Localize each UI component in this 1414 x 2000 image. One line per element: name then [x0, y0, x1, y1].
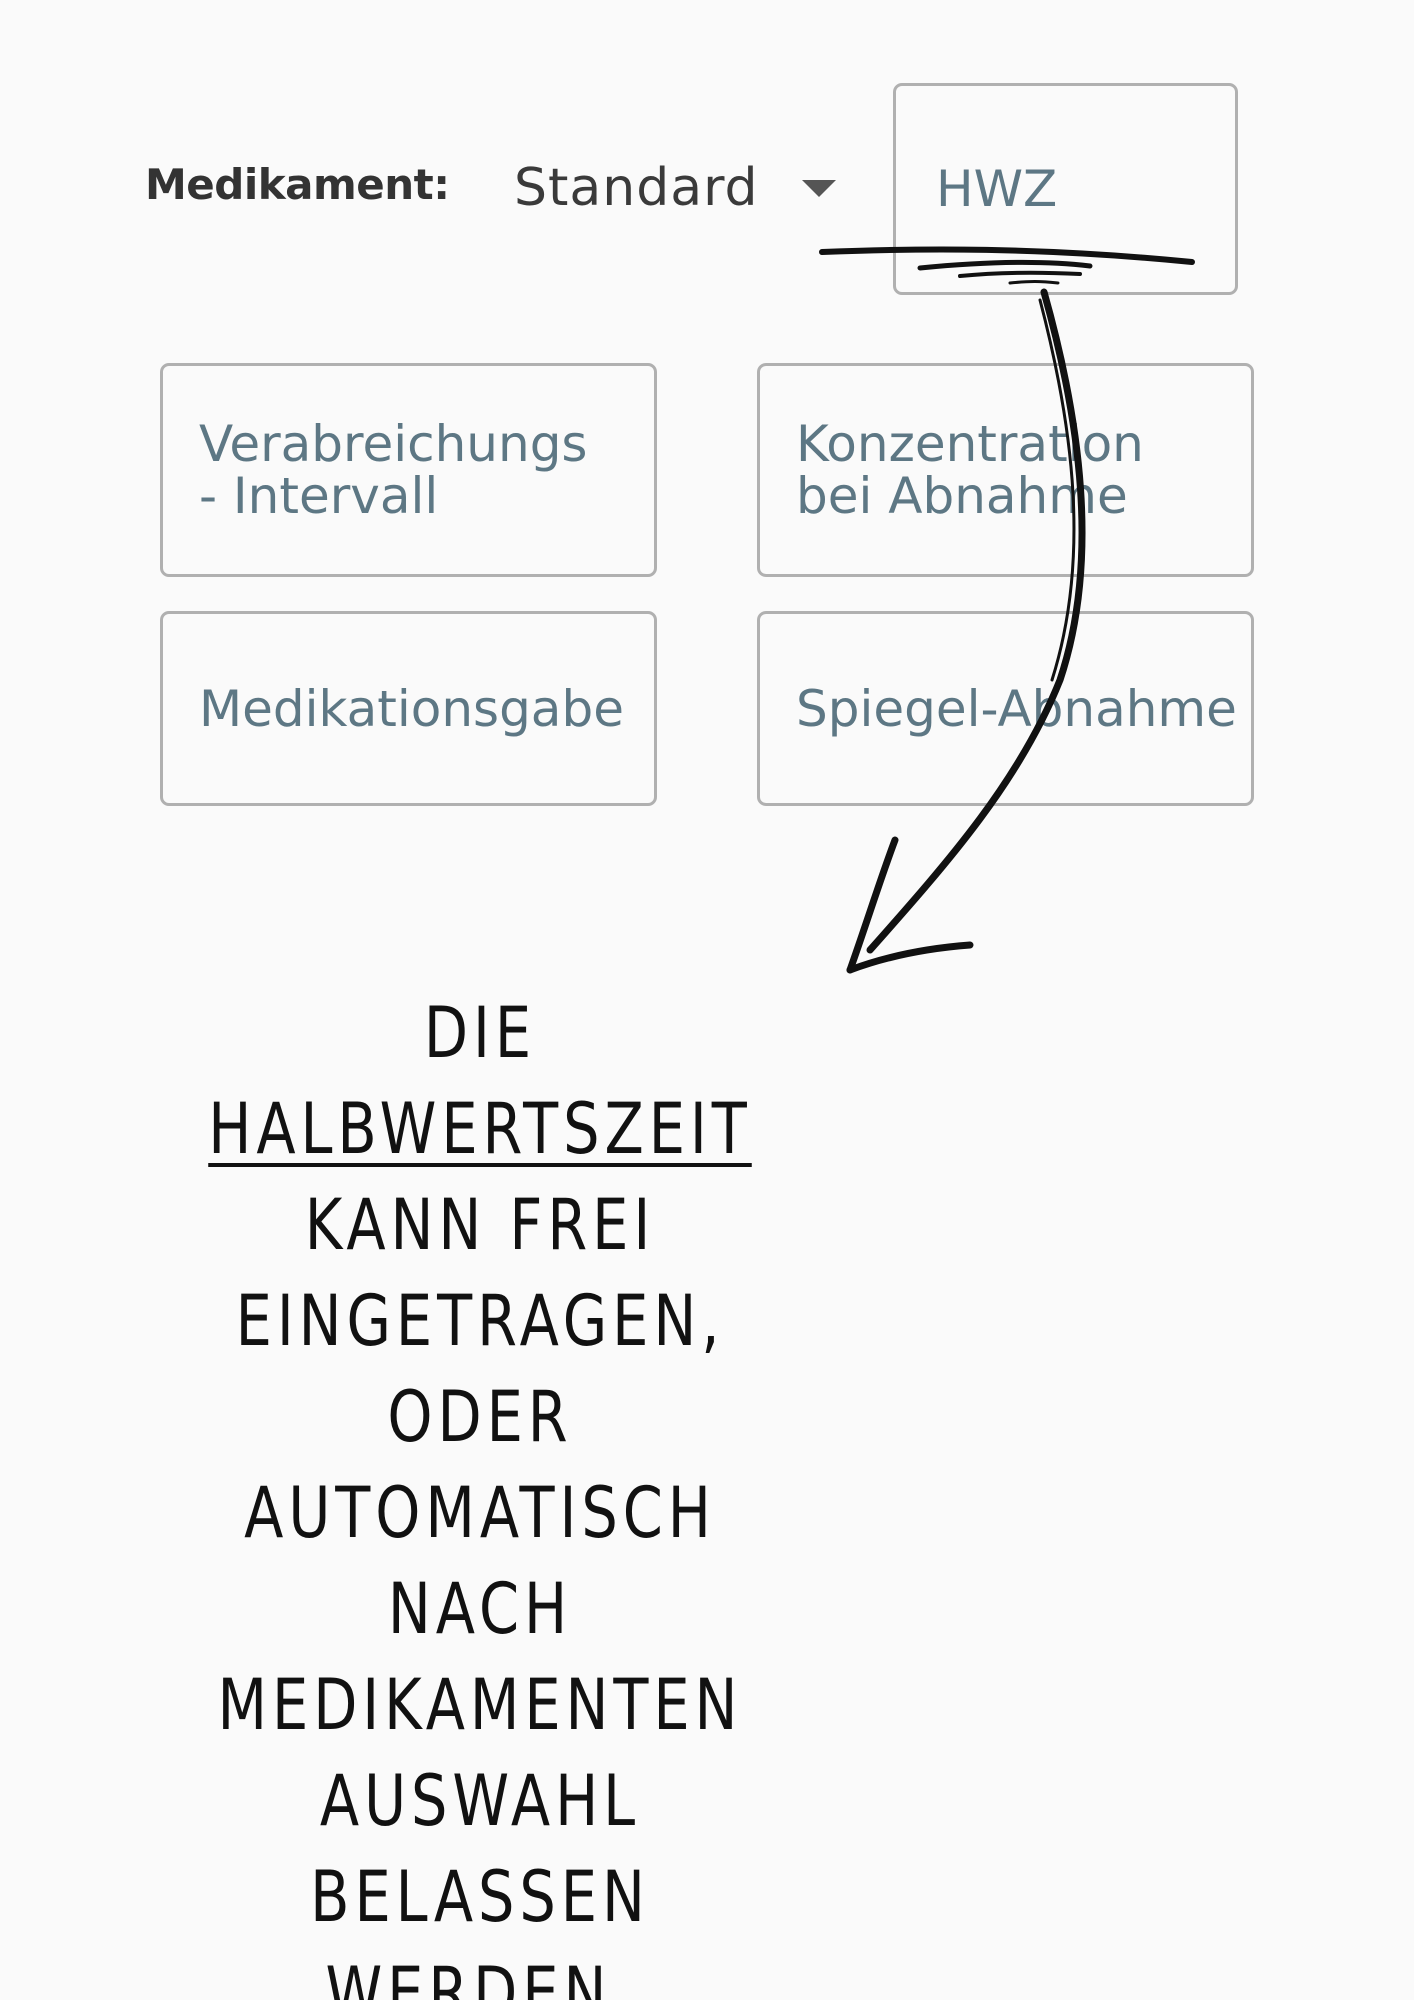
- konzentration-bei-abnahme-field[interactable]: Konzentration bei Abnahme: [757, 363, 1254, 577]
- medikament-select[interactable]: Standard: [514, 148, 844, 228]
- konzentration-bei-abnahme-label: Konzentration bei Abnahme: [796, 415, 1144, 525]
- verabreichungs-intervall-label: Verabreichungs - Intervall: [199, 415, 588, 525]
- annotation-note-prefix: Die: [423, 992, 537, 1074]
- hwz-field-label: HWZ: [936, 160, 1058, 218]
- chevron-down-icon[interactable]: [802, 179, 836, 197]
- medikationsgabe-label: Medikationsgabe: [199, 679, 624, 738]
- medikament-label: Medikament:: [145, 160, 450, 209]
- hwz-field[interactable]: HWZ: [893, 83, 1238, 295]
- screen: Medikament: Standard HWZ Verabreichungs …: [0, 0, 1414, 2000]
- annotation-note-rest: kann frei eingetragen, oder automatisch …: [217, 1184, 743, 2000]
- verabreichungs-intervall-field[interactable]: Verabreichungs - Intervall: [160, 363, 657, 577]
- medikationsgabe-field[interactable]: Medikationsgabe: [160, 611, 657, 806]
- spiegel-abnahme-field[interactable]: Spiegel-Abnahme: [757, 611, 1254, 806]
- annotation-highlight: Halbwertszeit: [208, 1088, 752, 1170]
- spiegel-abnahme-label: Spiegel-Abnahme: [796, 679, 1237, 738]
- annotation-note: Die Halbwertszeit kann frei eingetragen,…: [185, 985, 775, 2000]
- medikament-select-value: Standard: [514, 158, 759, 218]
